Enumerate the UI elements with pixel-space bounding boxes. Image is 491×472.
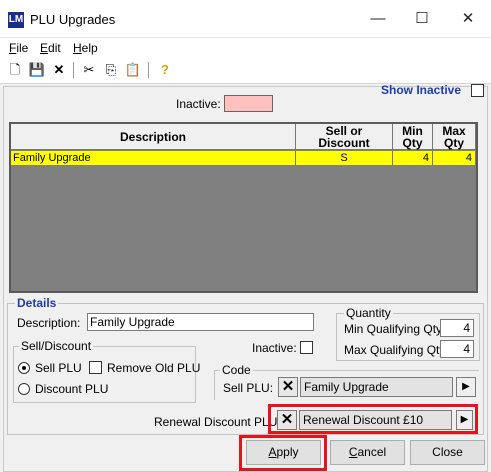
description-label: Description: (17, 316, 81, 330)
close-button[interactable]: Close (410, 440, 485, 465)
min-qualifying-qty-label: Min Qualifying Qty: (344, 322, 446, 336)
app-icon: LM (8, 12, 24, 28)
menu-help-mnemonic: H (73, 41, 82, 55)
paste-icon[interactable]: 📋 (124, 61, 142, 79)
column-header-label: Description (119, 129, 186, 144)
menu-edit[interactable]: Edit (40, 41, 61, 55)
column-header-label: Max (442, 123, 466, 138)
delete-icon[interactable]: ✕ (50, 61, 68, 79)
column-header-sell-or-discount[interactable]: Sell or Discount (296, 124, 393, 150)
remove-old-plu-label[interactable]: Remove Old PLU (107, 361, 200, 375)
quantity-group-label: Quantity (344, 306, 393, 320)
cell-min-qty: 4 (393, 151, 433, 165)
close-window-button[interactable]: ✕ (445, 4, 491, 34)
inactive-label: Inactive: (252, 341, 297, 355)
column-header-label: Sell or (325, 123, 363, 138)
sell-plu-code-field: Family Upgrade (300, 377, 453, 397)
cell-sell-or-discount: S (296, 151, 393, 165)
cell-max-qty: 4 (433, 151, 476, 165)
max-qualifying-qty-input[interactable]: 4 (440, 340, 474, 358)
renewal-discount-field: Renewal Discount £10 (299, 410, 452, 430)
column-header-min-qty[interactable]: Min Qty (393, 124, 433, 150)
column-header-label: Min (402, 123, 423, 138)
sell-plu-lookup-arrow-icon[interactable]: ▶ (456, 377, 476, 397)
column-header-label: Qty (402, 135, 423, 150)
minimize-button[interactable]: — (355, 4, 401, 34)
discount-plu-radio-label[interactable]: Discount PLU (35, 382, 108, 396)
renewal-discount-label: Renewal Discount PLU: (154, 415, 281, 429)
menu-file[interactable]: File (9, 41, 28, 55)
sell-discount-group-label: Sell/Discount (19, 339, 94, 353)
save-icon[interactable]: 💾 (28, 61, 46, 79)
apply-label: pply (276, 445, 299, 459)
sell-plu-code-label: Sell PLU: (223, 381, 274, 395)
menu-help-label: elp (81, 41, 98, 55)
table-row[interactable]: Family Upgrade S 4 4 (11, 151, 476, 165)
maximize-button[interactable]: ☐ (399, 4, 445, 34)
inactive-color-swatch (224, 95, 273, 112)
menu-edit-mnemonic: E (40, 41, 49, 55)
new-icon[interactable]: 🗋 (6, 61, 24, 79)
show-inactive-label: Show Inactive (381, 83, 462, 97)
menu-edit-label: dit (48, 41, 61, 55)
cell-description: Family Upgrade (11, 151, 296, 165)
discount-plu-radio[interactable] (18, 383, 30, 395)
cancel-button[interactable]: Cancel (330, 440, 405, 465)
clear-renewal-plu-button[interactable]: ✕ (277, 410, 297, 430)
column-header-description[interactable]: Description (11, 124, 296, 150)
menu-help[interactable]: Help (73, 41, 98, 55)
cancel-label: ancel (357, 445, 387, 459)
column-header-label: Discount (318, 135, 370, 150)
inactive-legend-label: Inactive: (176, 97, 221, 111)
menu-file-label: ile (16, 41, 29, 55)
window-title: PLU Upgrades (30, 12, 116, 27)
column-header-max-qty[interactable]: Max Qty (433, 124, 476, 150)
inactive-checkbox[interactable] (300, 341, 313, 354)
description-input[interactable]: Family Upgrade (87, 313, 314, 331)
apply-mnemonic: A (268, 445, 277, 459)
toolbar-separator (73, 62, 74, 78)
min-qualifying-qty-input[interactable]: 4 (440, 319, 474, 337)
toolbar-separator (148, 62, 149, 78)
column-header-label: Qty (443, 135, 464, 150)
apply-button[interactable]: Apply (246, 440, 321, 465)
clear-sell-plu-button[interactable]: ✕ (278, 377, 298, 397)
code-group-label: Code (220, 363, 253, 377)
copy-icon[interactable]: ⎘ (102, 61, 120, 79)
renewal-lookup-arrow-icon[interactable]: ▶ (456, 410, 473, 430)
max-qualifying-qty-label: Max Qualifying Qty: (344, 343, 449, 357)
details-section-label: Details (15, 296, 59, 310)
sell-plu-radio[interactable] (18, 362, 30, 374)
cut-icon[interactable]: ✂ (80, 61, 98, 79)
show-inactive-checkbox[interactable] (471, 84, 484, 97)
remove-old-plu-checkbox[interactable] (89, 361, 102, 374)
sell-plu-radio-label[interactable]: Sell PLU (35, 361, 82, 375)
help-icon[interactable]: ? (156, 61, 174, 79)
